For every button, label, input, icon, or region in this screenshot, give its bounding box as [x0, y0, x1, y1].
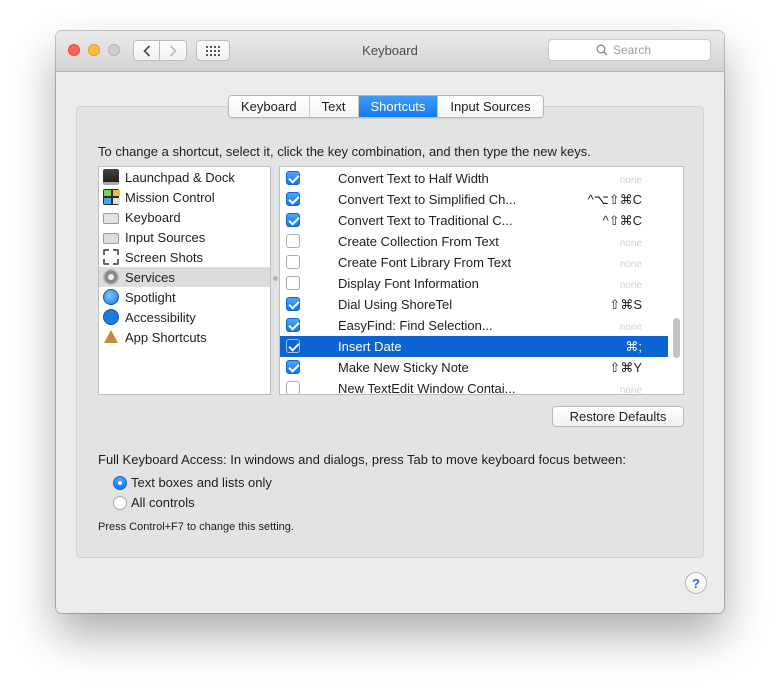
category-label: Keyboard	[125, 209, 181, 225]
category-app-shortcuts[interactable]: App Shortcuts	[99, 327, 270, 347]
service-checkbox[interactable]	[286, 297, 300, 311]
vertical-scrollbar[interactable]	[673, 318, 680, 358]
launchpad-icon	[103, 169, 119, 185]
category-launchpad-dock[interactable]: Launchpad & Dock	[99, 167, 270, 187]
service-row[interactable]: Display Font Information none	[280, 273, 668, 294]
service-row[interactable]: Convert Text to Simplified Ch... ^⌥⇧⌘C	[280, 189, 668, 210]
service-checkbox[interactable]	[286, 234, 300, 248]
service-name: Display Font Information	[338, 276, 479, 291]
shortcut-keys[interactable]: none	[620, 319, 642, 336]
spotlight-icon	[103, 289, 119, 305]
service-checkbox[interactable]	[286, 339, 300, 353]
service-name: Convert Text to Simplified Ch...	[338, 192, 517, 207]
search-icon	[596, 44, 608, 56]
tab-shortcuts[interactable]: Shortcuts	[358, 96, 439, 117]
radio-label: All controls	[131, 495, 195, 510]
service-checkbox[interactable]	[286, 360, 300, 374]
restore-defaults-button[interactable]: Restore Defaults	[552, 406, 684, 427]
screenshot-icon	[103, 249, 119, 265]
search-input[interactable]	[613, 43, 663, 57]
service-row[interactable]: Create Font Library From Text none	[280, 252, 668, 273]
radio-label: Text boxes and lists only	[131, 475, 272, 490]
category-label: Accessibility	[125, 309, 196, 325]
service-name: Convert Text to Traditional C...	[338, 213, 513, 228]
service-name: Create Collection From Text	[338, 234, 499, 249]
instructions-text: To change a shortcut, select it, click t…	[98, 144, 591, 159]
tab-bar: Keyboard Text Shortcuts Input Sources	[228, 95, 544, 118]
service-checkbox[interactable]	[286, 276, 300, 290]
radio-button[interactable]	[113, 495, 127, 510]
shortcut-keys[interactable]: ^⇧⌘C	[603, 212, 642, 229]
shortcut-keys[interactable]: ⇧⌘S	[609, 296, 642, 313]
service-row[interactable]: Dial Using ShoreTel ⇧⌘S	[280, 294, 668, 315]
service-checkbox[interactable]	[286, 192, 300, 206]
radio-button-selected[interactable]	[113, 475, 127, 490]
service-name: EasyFind: Find Selection...	[338, 318, 493, 333]
category-label: Screen Shots	[125, 249, 204, 265]
service-checkbox[interactable]	[286, 171, 300, 185]
category-list[interactable]: Launchpad & Dock Mission Control Keyboar…	[98, 166, 271, 395]
service-checkbox[interactable]	[286, 255, 300, 269]
service-checkbox[interactable]	[286, 213, 300, 227]
service-row[interactable]: Create Collection From Text none	[280, 231, 668, 252]
shortcut-keys[interactable]: ⇧⌘Y	[609, 359, 642, 376]
service-row-selected[interactable]: Insert Date ⌘;	[280, 336, 668, 357]
category-mission-control[interactable]: Mission Control	[99, 187, 270, 207]
split-view-handle[interactable]	[273, 276, 278, 281]
app-shortcuts-icon	[103, 329, 119, 345]
search-field[interactable]	[548, 39, 711, 61]
shortcut-keys[interactable]: none	[620, 277, 642, 294]
service-name: Convert Text to Half Width	[338, 171, 489, 186]
category-label: Mission Control	[125, 189, 215, 205]
shortcut-keys[interactable]: none	[620, 256, 642, 273]
service-name: Create Font Library From Text	[338, 255, 512, 270]
mission-control-icon	[103, 189, 120, 205]
category-keyboard[interactable]: Keyboard	[99, 207, 270, 227]
service-row[interactable]: Make New Sticky Note ⇧⌘Y	[280, 357, 668, 378]
service-row[interactable]: Convert Text to Traditional C... ^⇧⌘C	[280, 210, 668, 231]
keyboard-preferences-window: Keyboard Keyboard Text Shortcuts Input S…	[56, 31, 724, 613]
shortcut-keys[interactable]: ^⌥⇧⌘C	[588, 191, 642, 208]
accessibility-icon	[103, 309, 119, 325]
tab-keyboard[interactable]: Keyboard	[229, 96, 310, 117]
shortcut-keys[interactable]: none	[620, 235, 642, 252]
help-icon: ?	[692, 575, 700, 591]
service-row[interactable]: Convert Text to Half Width none	[280, 168, 668, 189]
service-checkbox[interactable]	[286, 381, 300, 394]
help-button[interactable]: ?	[685, 572, 707, 594]
shortcut-keys[interactable]: none	[620, 172, 642, 189]
service-checkbox[interactable]	[286, 318, 300, 332]
tab-text[interactable]: Text	[309, 96, 359, 117]
service-name: Dial Using ShoreTel	[338, 297, 453, 312]
service-row[interactable]: New TextEdit Window Contai... none	[280, 378, 668, 395]
category-label: Services	[125, 269, 175, 285]
category-spotlight[interactable]: Spotlight	[99, 287, 270, 307]
tab-input-sources[interactable]: Input Sources	[438, 96, 543, 117]
keyboard-icon	[103, 213, 119, 224]
services-shortcut-list[interactable]: Convert Text to Half Width none Convert …	[279, 166, 684, 395]
full-keyboard-access-label: Full Keyboard Access: In windows and dia…	[98, 452, 626, 467]
title-bar: Keyboard	[56, 31, 724, 72]
category-label: Launchpad & Dock	[125, 169, 235, 185]
service-name: Make New Sticky Note	[338, 360, 469, 375]
category-label: App Shortcuts	[125, 329, 207, 345]
input-sources-icon	[103, 233, 119, 244]
category-screen-shots[interactable]: Screen Shots	[99, 247, 270, 267]
category-input-sources[interactable]: Input Sources	[99, 227, 270, 247]
radio-all-controls[interactable]: All controls	[113, 495, 195, 510]
shortcut-keys[interactable]: none	[620, 382, 642, 394]
service-row[interactable]: EasyFind: Find Selection... none	[280, 315, 668, 336]
category-services[interactable]: Services	[99, 267, 270, 287]
category-label: Input Sources	[125, 229, 206, 245]
service-name: Insert Date	[338, 339, 402, 354]
service-name: New TextEdit Window Contai...	[338, 381, 516, 395]
keyboard-access-hint: Press Control+F7 to change this setting.	[98, 521, 294, 533]
shortcut-keys[interactable]: ⌘;	[625, 338, 642, 355]
radio-text-boxes-lists[interactable]: Text boxes and lists only	[113, 475, 272, 490]
category-accessibility[interactable]: Accessibility	[99, 307, 270, 327]
category-label: Spotlight	[125, 289, 176, 305]
services-gear-icon	[103, 269, 119, 285]
